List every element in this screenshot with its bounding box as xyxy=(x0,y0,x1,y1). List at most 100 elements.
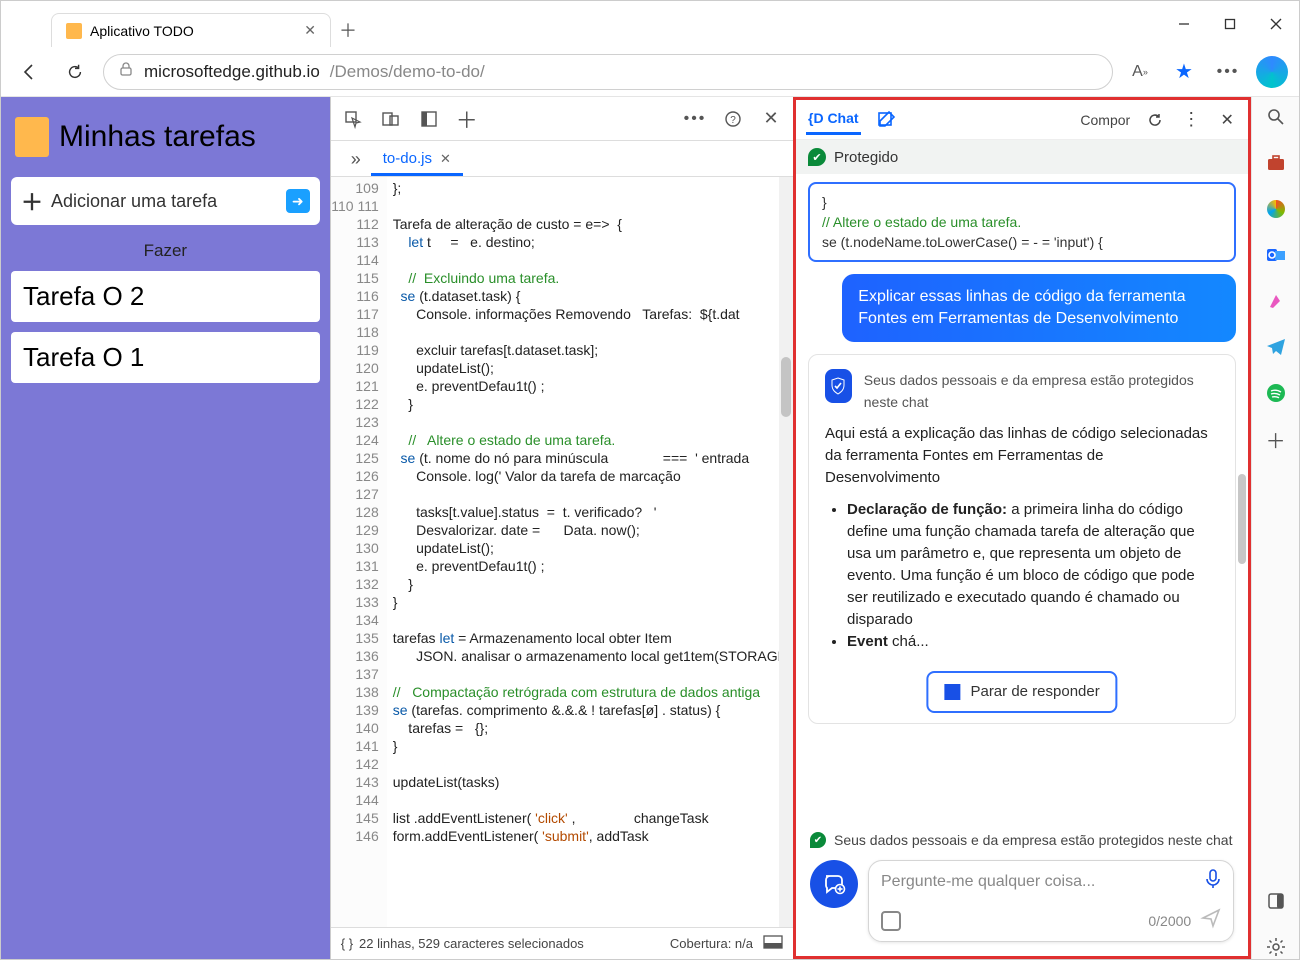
inspect-icon[interactable] xyxy=(341,107,365,131)
snippet-line: // Altere o estado de uma tarefa. xyxy=(822,212,1222,232)
task-item[interactable]: Tarefa O 1 xyxy=(11,332,320,383)
tab-chat[interactable]: {D Chat xyxy=(806,104,861,135)
file-tab-name: to-do.js xyxy=(383,150,432,167)
browser-toolbar: microsoftedge.github.io/Demos/demo-to-do… xyxy=(1,47,1299,97)
protected-label: Protegido xyxy=(834,149,898,166)
tab-title: Aplicativo TODO xyxy=(90,23,194,39)
status-coverage: Cobertura: n/a xyxy=(670,936,753,951)
browser-tab-strip: Aplicativo TODO ✕ ＋ xyxy=(1,1,365,47)
ai-bullet: Event chá... xyxy=(847,631,1219,653)
device-toggle-icon[interactable] xyxy=(379,107,403,131)
dock-side-icon[interactable] xyxy=(417,107,441,131)
protected-bar: ✔ Protegido xyxy=(796,140,1248,174)
devtools-more-icon[interactable]: ••• xyxy=(683,107,707,131)
ai-bullet: Declaração de função: a primeira linha d… xyxy=(847,499,1219,631)
compose-icon[interactable] xyxy=(875,109,897,131)
devtools-panel: ＋ ••• ? ✕ » to-do.js ✕ 109 110 111 112 1… xyxy=(330,97,793,959)
devtools-close-icon[interactable]: ✕ xyxy=(759,107,783,131)
sidebar-rail: ＋ xyxy=(1251,97,1299,959)
file-tab-row: » to-do.js ✕ xyxy=(331,141,793,177)
window-controls xyxy=(1161,1,1299,47)
copilot-refresh-icon[interactable] xyxy=(1144,109,1166,131)
plus-icon: ＋ xyxy=(21,185,43,217)
code-content[interactable]: }; Tarefa de alteração de custo = e=> { … xyxy=(387,177,793,927)
bullet-strong: Declaração de função: xyxy=(847,501,1007,518)
image-attach-icon[interactable] xyxy=(881,911,901,931)
tab-close-icon[interactable]: ✕ xyxy=(304,22,316,39)
char-counter: 0/2000 xyxy=(1148,913,1191,929)
briefcase-icon[interactable] xyxy=(1264,151,1288,175)
window-close-button[interactable] xyxy=(1253,1,1299,47)
chat-input[interactable]: Pergunte-me qualquer coisa... 0/2000 xyxy=(868,860,1234,942)
address-bar[interactable]: microsoftedge.github.io/Demos/demo-to-do… xyxy=(103,54,1113,90)
chat-input-row: Pergunte-me qualquer coisa... 0/2000 xyxy=(796,850,1248,956)
tab-favicon xyxy=(66,23,82,39)
more-menu-icon[interactable]: ••• xyxy=(1211,55,1245,89)
url-path: /Demos/demo-to-do/ xyxy=(330,62,485,82)
designer-icon[interactable] xyxy=(1264,289,1288,313)
quoted-code-snippet: } // Altere o estado de uma tarefa. se (… xyxy=(808,182,1236,262)
add-task-submit-icon[interactable]: ➜ xyxy=(286,189,310,213)
file-tab-active[interactable]: to-do.js ✕ xyxy=(371,144,463,176)
ai-response-card: Seus dados pessoais e da empresa estão p… xyxy=(808,354,1236,724)
copilot-button[interactable] xyxy=(1255,55,1289,89)
settings-gear-icon[interactable] xyxy=(1264,935,1288,959)
shield-check-icon: ✔ xyxy=(810,832,826,848)
back-button[interactable] xyxy=(11,54,47,90)
bullet-body: chá... xyxy=(892,633,929,650)
shield-check-icon: ✔ xyxy=(808,148,826,166)
spotify-icon[interactable] xyxy=(1264,381,1288,405)
add-task-input[interactable]: ＋ Adicionar uma tarefa ➜ xyxy=(11,177,320,225)
editor-scrollbar[interactable] xyxy=(779,177,793,927)
send-icon[interactable] xyxy=(1201,908,1221,933)
favorite-star-icon[interactable]: ★ xyxy=(1167,55,1201,89)
footer-note-text: Seus dados pessoais e da empresa estão p… xyxy=(834,832,1232,848)
rail-add-icon[interactable]: ＋ xyxy=(1264,427,1288,451)
task-section-label: Fazer xyxy=(11,241,320,261)
chat-scrollbar[interactable] xyxy=(1238,474,1246,564)
file-tab-overflow-icon[interactable]: » xyxy=(341,143,371,176)
office-icon[interactable] xyxy=(1264,197,1288,221)
read-aloud-icon[interactable]: A» xyxy=(1123,55,1157,89)
shield-icon xyxy=(825,369,852,403)
new-topic-button[interactable] xyxy=(810,860,858,908)
source-editor[interactable]: 109 110 111 112 113 114 115 116 117 118 … xyxy=(331,177,793,927)
devtools-toolbar: ＋ ••• ? ✕ xyxy=(331,97,793,141)
url-host: microsoftedge.github.io xyxy=(144,62,320,82)
file-tab-close-icon[interactable]: ✕ xyxy=(440,151,451,167)
rail-panel-icon[interactable] xyxy=(1264,889,1288,913)
site-info-icon[interactable] xyxy=(118,61,134,82)
todo-app: Minhas tarefas ＋ Adicionar uma tarefa ➜ … xyxy=(1,97,330,959)
telegram-icon[interactable] xyxy=(1264,335,1288,359)
app-header: Minhas tarefas xyxy=(11,107,320,167)
task-item[interactable]: Tarefa O 2 xyxy=(11,271,320,322)
copilot-more-icon[interactable]: ⋮ xyxy=(1180,109,1202,131)
status-console-icon[interactable] xyxy=(763,935,783,952)
snippet-line: se (t.nodeName.toLowerCase() = - = 'inpu… xyxy=(822,232,1222,252)
search-icon[interactable] xyxy=(1264,105,1288,129)
refresh-button[interactable] xyxy=(57,54,93,90)
line-gutter: 109 110 111 112 113 114 115 116 117 118 … xyxy=(331,177,387,927)
pretty-print-icon[interactable]: { } xyxy=(341,936,353,951)
stop-responding-button[interactable]: Parar de responder xyxy=(926,671,1117,713)
window-titlebar: Aplicativo TODO ✕ ＋ xyxy=(1,1,1299,47)
copilot-tabs: {D Chat Compor ⋮ ✕ xyxy=(796,100,1248,140)
devtools-add-tab-icon[interactable]: ＋ xyxy=(455,107,479,131)
devtools-help-icon[interactable]: ? xyxy=(721,107,745,131)
copilot-close-icon[interactable]: ✕ xyxy=(1216,109,1238,131)
window-maximize-button[interactable] xyxy=(1207,1,1253,47)
app-logo-icon xyxy=(15,117,49,157)
add-task-placeholder: Adicionar uma tarefa xyxy=(51,191,217,212)
chat-footer-note: ✔ Seus dados pessoais e da empresa estão… xyxy=(796,830,1248,850)
stop-label: Parar de responder xyxy=(970,681,1099,703)
tab-compose-label[interactable]: Compor xyxy=(1080,112,1130,128)
browser-tab-active[interactable]: Aplicativo TODO ✕ xyxy=(51,13,331,47)
snippet-line: } xyxy=(822,192,1222,212)
window-minimize-button[interactable] xyxy=(1161,1,1207,47)
user-message: Explicar essas linhas de código da ferra… xyxy=(842,274,1236,342)
outlook-icon[interactable] xyxy=(1264,243,1288,267)
svg-text:?: ? xyxy=(730,115,736,126)
devtools-statusbar: { } 22 linhas, 529 caracteres selecionad… xyxy=(331,927,793,959)
new-tab-button[interactable]: ＋ xyxy=(331,13,365,47)
microphone-icon[interactable] xyxy=(1205,869,1221,894)
